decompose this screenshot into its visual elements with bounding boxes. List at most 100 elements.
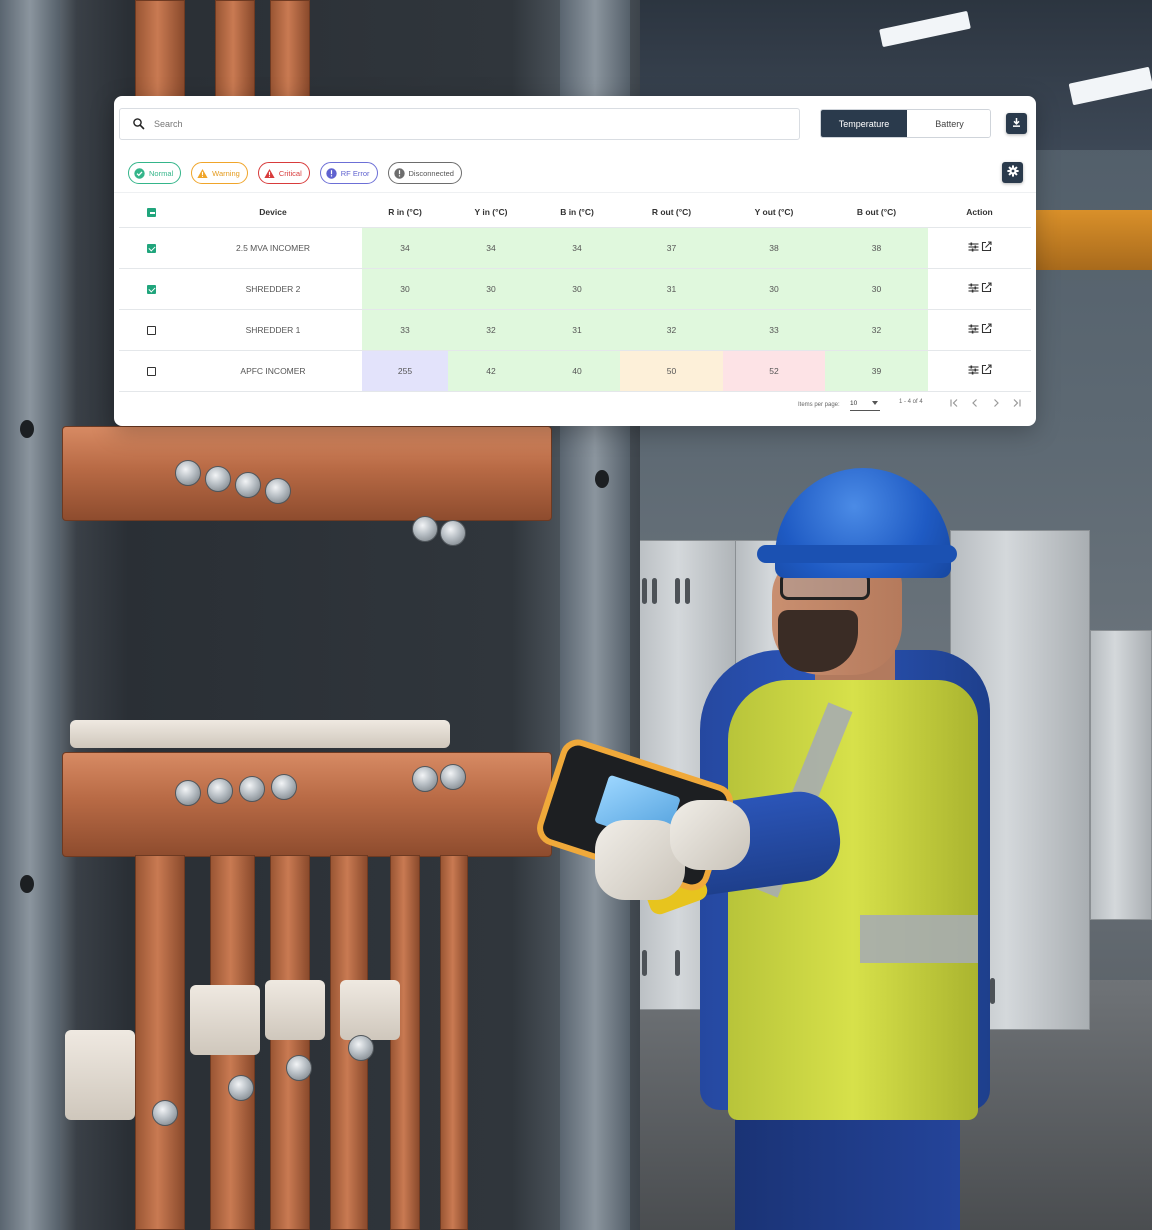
row-checkbox[interactable] [147, 243, 156, 253]
work-glove [670, 800, 750, 870]
settings-button[interactable] [1002, 162, 1023, 183]
cell-b-out: 30 [825, 268, 928, 310]
column-header-y-in[interactable]: Y in (°C) [448, 197, 534, 228]
cell-r-in: 33 [362, 309, 448, 351]
info-circle-icon [326, 167, 337, 179]
select-all-checkbox[interactable] [147, 207, 156, 217]
device-name[interactable]: APFC INCOMER [184, 350, 362, 392]
items-per-page-select[interactable]: 10 [850, 397, 880, 411]
first-page-button[interactable] [946, 395, 962, 411]
device-name[interactable]: SHREDDER 2 [184, 268, 362, 310]
temperature-tab[interactable]: Temperature [821, 110, 907, 137]
edit-icon[interactable] [981, 241, 992, 254]
cabinet-vent [990, 978, 995, 1004]
download-icon [1011, 115, 1022, 133]
bolt [271, 774, 297, 800]
bolt [286, 1055, 312, 1081]
edit-icon[interactable] [981, 323, 992, 336]
download-button[interactable] [1006, 113, 1027, 134]
next-page-button[interactable] [988, 395, 1004, 411]
cell-y-out: 38 [723, 227, 825, 269]
sliders-icon[interactable] [968, 283, 979, 295]
cell-y-out: 30 [723, 268, 825, 310]
table-row[interactable]: 2.5 MVA INCOMER 34 34 34 37 38 38 [119, 227, 1031, 269]
table-body: 2.5 MVA INCOMER 34 34 34 37 38 38 SHREDDER 2 30 3… [119, 227, 1031, 392]
items-per-page-label: Items per page: [798, 402, 840, 408]
copper-busbar [215, 0, 255, 100]
bolt [265, 478, 291, 504]
legend-rf-error[interactable]: RF Error [319, 162, 378, 184]
panel-hole [20, 420, 34, 438]
insulator [190, 985, 260, 1055]
prev-page-button[interactable] [967, 395, 983, 411]
chevron-down-icon [872, 401, 878, 405]
copper-busbar [270, 855, 310, 1230]
cell-y-in: 34 [448, 227, 534, 269]
check-circle-icon [134, 167, 145, 179]
device-name[interactable]: SHREDDER 1 [184, 309, 362, 351]
cell-r-in: 30 [362, 268, 448, 310]
insulator [70, 720, 450, 748]
last-page-icon [1013, 399, 1021, 407]
cell-r-in: 34 [362, 227, 448, 269]
bolt [239, 776, 265, 802]
table-row[interactable]: SHREDDER 1 33 32 31 32 33 32 [119, 309, 1031, 351]
cell-r-in: 255 [362, 350, 448, 392]
select-all-cell [119, 197, 184, 228]
bolt [152, 1100, 178, 1126]
sliders-icon[interactable] [968, 324, 979, 336]
legend-label: Warning [212, 168, 240, 178]
legend-normal[interactable]: Normal [128, 162, 182, 184]
cell-y-in: 30 [448, 268, 534, 310]
table-row[interactable]: SHREDDER 2 30 30 30 31 30 30 [119, 268, 1031, 310]
cell-y-in: 42 [448, 350, 534, 392]
legend-label: Disconnected [408, 168, 454, 178]
row-checkbox[interactable] [147, 366, 156, 376]
bolt [228, 1075, 254, 1101]
search-bar[interactable] [119, 108, 800, 140]
edit-icon[interactable] [981, 364, 992, 377]
copper-busbar [390, 855, 420, 1230]
gear-icon [1006, 164, 1019, 182]
safety-vest [728, 680, 978, 1120]
copper-busbar [62, 426, 552, 521]
legend-label: RF Error [340, 168, 370, 178]
legend-warning[interactable]: Warning [191, 162, 248, 184]
row-checkbox[interactable] [147, 284, 156, 294]
legend-disconnected[interactable]: Disconnected [387, 162, 462, 184]
column-header-r-in[interactable]: R in (°C) [362, 197, 448, 228]
first-page-icon [950, 399, 958, 407]
legend-label: Critical [278, 168, 302, 178]
cell-b-in: 34 [534, 227, 620, 269]
status-legend: Normal Warning Critical RF Error Disconn… [128, 162, 462, 184]
row-select-cell [119, 350, 184, 392]
electrical-cabinet [1090, 630, 1152, 920]
bolt [348, 1035, 374, 1061]
cell-b-in: 30 [534, 268, 620, 310]
legend-critical[interactable]: Critical [257, 162, 310, 184]
table-row[interactable]: APFC INCOMER 255 42 40 50 52 39 [119, 350, 1031, 392]
insulator [265, 980, 325, 1040]
device-name[interactable]: 2.5 MVA INCOMER [184, 227, 362, 269]
column-header-b-in[interactable]: B in (°C) [534, 197, 620, 228]
cell-y-out: 33 [723, 309, 825, 351]
bolt [175, 460, 201, 486]
column-header-y-out[interactable]: Y out (°C) [723, 197, 825, 228]
column-header-r-out[interactable]: R out (°C) [620, 197, 723, 228]
sliders-icon[interactable] [968, 242, 979, 254]
column-header-device[interactable]: Device [184, 197, 362, 228]
cell-b-out: 38 [825, 227, 928, 269]
edit-icon[interactable] [981, 282, 992, 295]
search-input[interactable] [154, 119, 754, 129]
bolt [235, 472, 261, 498]
bolt [207, 778, 233, 804]
copper-busbar [62, 752, 552, 857]
battery-tab[interactable]: Battery [907, 110, 990, 137]
bolt [440, 520, 466, 546]
row-select-cell [119, 227, 184, 269]
sliders-icon[interactable] [968, 365, 979, 377]
row-checkbox[interactable] [147, 325, 156, 335]
column-header-b-out[interactable]: B out (°C) [825, 197, 928, 228]
copper-busbar [270, 0, 310, 100]
last-page-button[interactable] [1009, 395, 1025, 411]
